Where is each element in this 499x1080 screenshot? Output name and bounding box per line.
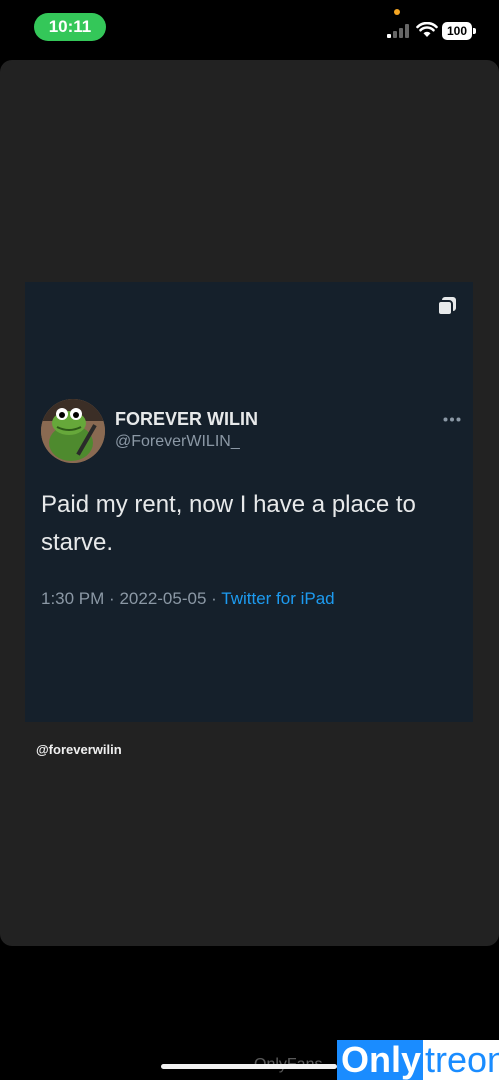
battery-icon: 100: [442, 22, 476, 40]
post-credit[interactable]: @foreverwilin: [36, 742, 122, 757]
home-indicator[interactable]: [161, 1064, 337, 1069]
watermark-treon: treon: [423, 1040, 499, 1080]
meta-separator: ·: [109, 589, 115, 608]
tweet-source-link[interactable]: Twitter for iPad: [221, 589, 334, 608]
avatar[interactable]: [41, 399, 105, 463]
meta-separator: ·: [211, 589, 217, 608]
watermark-only: Only: [337, 1040, 424, 1080]
battery-level: 100: [442, 22, 472, 40]
privacy-indicator-dot: [394, 9, 400, 15]
more-icon[interactable]: [443, 417, 461, 422]
tweet-meta: 1:30 PM · 2022-05-05 · Twitter for iPad: [41, 589, 335, 609]
tweet-display-name[interactable]: FOREVER WILIN: [115, 409, 258, 430]
tweet-date: 2022-05-05: [119, 589, 207, 608]
onlytreon-watermark: Only treon: [337, 1040, 499, 1080]
multiple-images-icon: [437, 297, 456, 316]
signal-icon: [387, 24, 409, 38]
status-time: 10:11: [34, 13, 106, 41]
tweet-time: 1:30 PM: [41, 589, 105, 608]
wifi-icon: [416, 22, 438, 37]
frog-avatar-icon: [41, 399, 105, 463]
tweet-text: Paid my rent, now I have a place to star…: [41, 491, 416, 556]
tweet-handle[interactable]: @ForeverWILIN_: [115, 433, 240, 451]
